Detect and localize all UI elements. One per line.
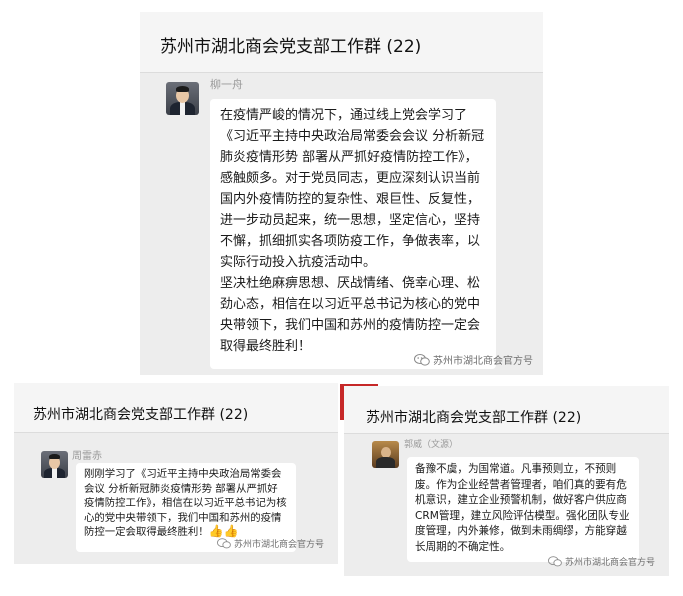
watermark: 苏州市湖北商会官方号 [216,537,324,550]
watermark-text: 苏州市湖北商会官方号 [233,540,324,550]
watermark: 苏州市湖北商会官方号 [414,352,533,367]
sender-avatar[interactable] [166,82,199,115]
watermark: 苏州市湖北商会官方号 [547,555,655,568]
chat-screenshot-1: 苏州市湖北商会党支部工作群 (22) 柳一舟 在疫情严峻的情况下，通过线上党会学… [140,12,543,375]
sender-name: 周雷赤 [72,451,102,462]
sender-name: 柳一舟 [210,78,243,91]
message-body: 刚刚学习了《习近平主持中央政治局常委会会议 分析新冠肺炎疫情形势 部署从严抓好疫… [84,468,287,538]
chat-title: 苏州市湖北商会党支部工作群 (22) [344,386,669,434]
watermark-text: 苏州市湖北商会官方号 [433,356,533,367]
chat-screenshot-3: 苏州市湖北商会党支部工作群 (22) 郭威（文源） 备豫不虞，为国常道。凡事预则… [344,386,669,576]
message-bubble[interactable]: 在疫情严峻的情况下，通过线上党会学习了《习近平主持中央政治局常委会会议 分析新冠… [210,99,496,369]
chat-screenshot-2: 苏州市湖北商会党支部工作群 (22) 周雷赤 刚刚学习了《习近平主持中央政治局常… [14,383,338,564]
thumbs-up-emoji: 👍👍 [208,524,239,538]
chat-title: 苏州市湖北商会党支部工作群 (22) [140,12,543,73]
message-text: 在疫情严峻的情况下，通过线上党会学习了《习近平主持中央政治局常委会会议 分析新冠… [220,108,485,354]
sender-avatar[interactable] [41,451,68,478]
message-bubble[interactable]: 备豫不虞，为国常道。凡事预则立，不预则废。作为企业经营者管理者，咱们真的要有危机… [407,457,639,562]
message-text: 备豫不虞，为国常道。凡事预则立，不预则废。作为企业经营者管理者，咱们真的要有危机… [415,463,630,553]
chat-title: 苏州市湖北商会党支部工作群 (22) [14,383,338,433]
watermark-text: 苏州市湖北商会官方号 [564,558,655,568]
sender-name: 郭威（文源） [404,440,459,450]
message-text: 刚刚学习了《习近平主持中央政治局常委会会议 分析新冠肺炎疫情形势 部署从严抓好疫… [84,467,288,540]
wechat-official-account-icon [216,538,231,549]
wechat-official-account-icon [414,353,430,366]
wechat-official-account-icon [547,556,562,567]
sender-avatar[interactable] [372,441,399,468]
